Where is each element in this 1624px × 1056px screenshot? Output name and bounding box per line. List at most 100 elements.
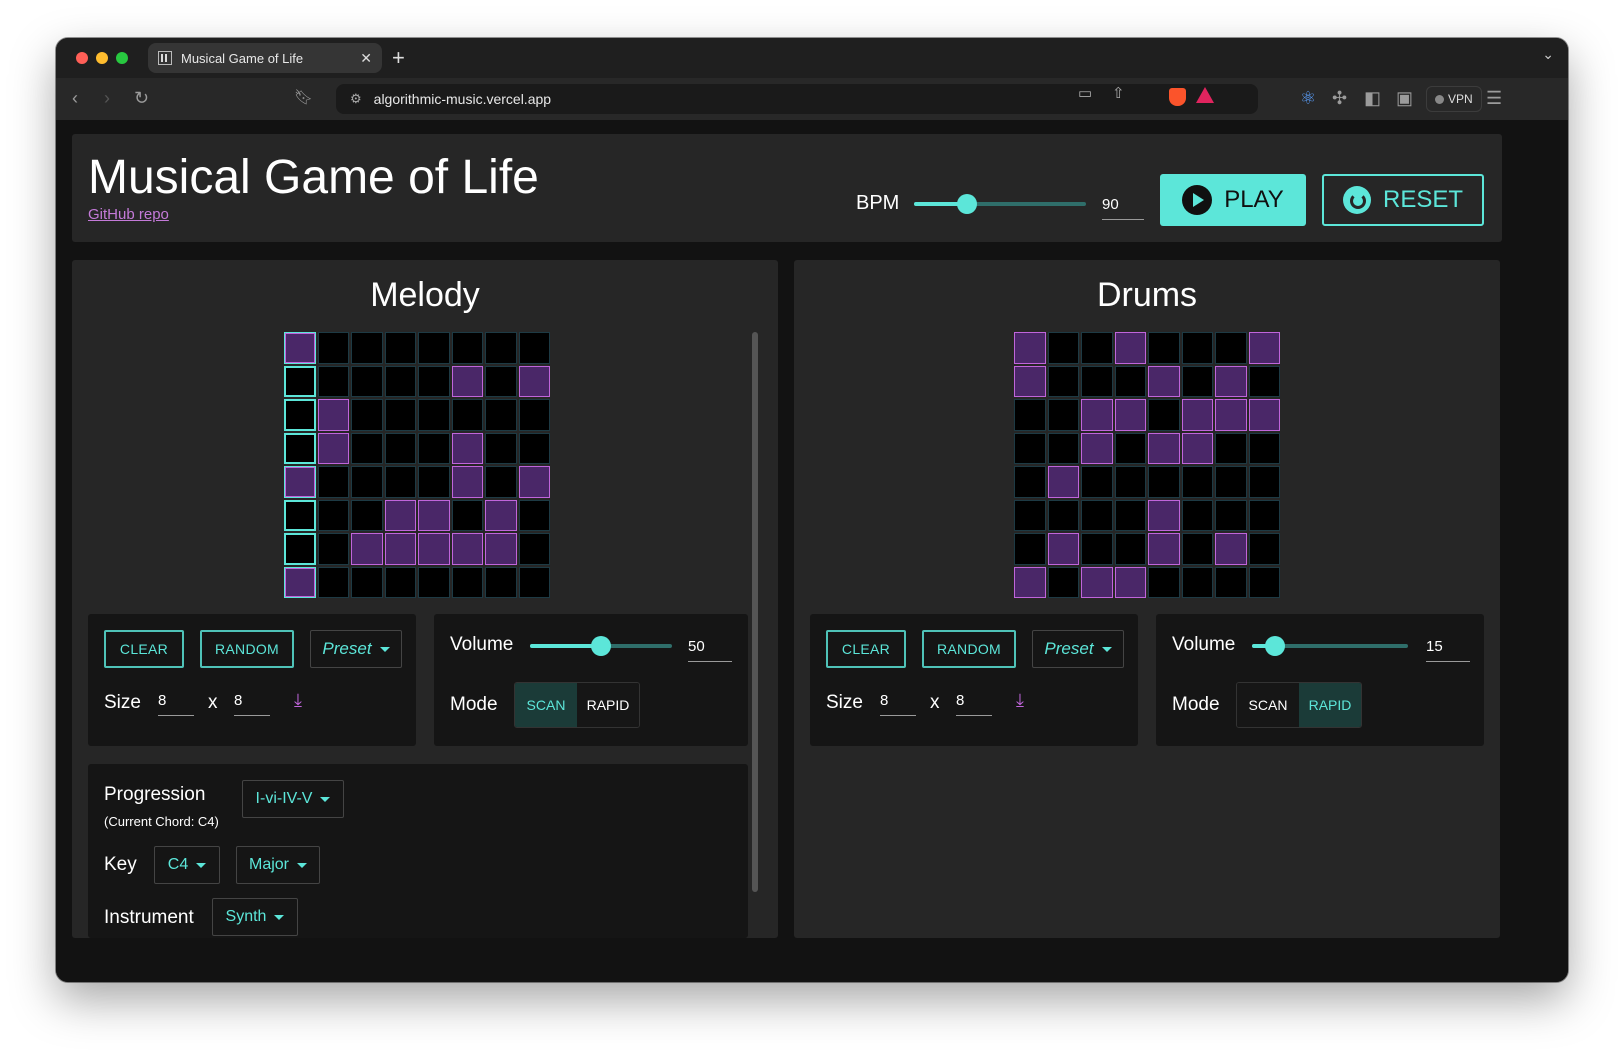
grid-cell[interactable] xyxy=(418,499,450,531)
drums-volume-slider[interactable] xyxy=(1252,636,1408,656)
grid-cell[interactable] xyxy=(485,499,517,531)
grid-cell[interactable] xyxy=(384,566,416,598)
grid-cell[interactable] xyxy=(1148,399,1180,431)
grid-cell[interactable] xyxy=(1114,566,1146,598)
grid-cell[interactable] xyxy=(418,466,450,498)
melody-random-button[interactable]: RANDOM xyxy=(200,630,294,668)
github-repo-link[interactable]: GitHub repo xyxy=(88,206,169,223)
progression-dropdown[interactable]: I-vi-IV-V xyxy=(242,780,344,818)
grid-cell[interactable] xyxy=(351,399,383,431)
grid-cell[interactable] xyxy=(518,432,550,464)
grid-cell[interactable] xyxy=(451,432,483,464)
grid-cell[interactable] xyxy=(351,466,383,498)
grid-cell[interactable] xyxy=(451,399,483,431)
grid-cell[interactable] xyxy=(418,365,450,397)
grid-cell[interactable] xyxy=(485,566,517,598)
grid-cell[interactable] xyxy=(418,432,450,464)
grid-cell[interactable] xyxy=(1148,466,1180,498)
grid-cell[interactable] xyxy=(1081,432,1113,464)
grid-cell[interactable] xyxy=(1014,533,1046,565)
grid-cell[interactable] xyxy=(351,332,383,364)
melody-clear-button[interactable]: CLEAR xyxy=(104,630,184,668)
grid-cell[interactable] xyxy=(1248,399,1280,431)
site-settings-icon[interactable]: ⚙ xyxy=(350,91,362,107)
key-dropdown[interactable]: C4 xyxy=(154,846,220,884)
close-tab-icon[interactable]: ✕ xyxy=(360,50,372,67)
grid-cell[interactable] xyxy=(1181,566,1213,598)
grid-cell[interactable] xyxy=(485,332,517,364)
grid-cell[interactable] xyxy=(1114,499,1146,531)
grid-cell[interactable] xyxy=(384,399,416,431)
grid-cell[interactable] xyxy=(1181,332,1213,364)
grid-cell[interactable] xyxy=(317,365,349,397)
grid-cell[interactable] xyxy=(518,365,550,397)
grid-cell[interactable] xyxy=(1014,466,1046,498)
grid-cell[interactable] xyxy=(284,533,316,565)
grid-cell[interactable] xyxy=(1081,466,1113,498)
grid-cell[interactable] xyxy=(1047,566,1079,598)
melody-scrollbar[interactable] xyxy=(752,332,758,892)
grid-cell[interactable] xyxy=(485,365,517,397)
grid-cell[interactable] xyxy=(351,566,383,598)
grid-cell[interactable] xyxy=(1114,432,1146,464)
wallet-icon[interactable]: ▣ xyxy=(1396,87,1413,109)
melody-volume-thumb[interactable] xyxy=(591,636,611,656)
grid-cell[interactable] xyxy=(485,533,517,565)
grid-cell[interactable] xyxy=(1081,566,1113,598)
grid-cell[interactable] xyxy=(1014,432,1046,464)
bpm-slider[interactable] xyxy=(914,194,1086,214)
grid-cell[interactable] xyxy=(1248,365,1280,397)
grid-cell[interactable] xyxy=(1248,432,1280,464)
grid-cell[interactable] xyxy=(351,365,383,397)
grid-cell[interactable] xyxy=(384,332,416,364)
bpm-slider-thumb[interactable] xyxy=(957,194,978,214)
grid-cell[interactable] xyxy=(317,332,349,364)
bpm-input[interactable]: 90 xyxy=(1102,196,1144,220)
grid-cell[interactable] xyxy=(1148,533,1180,565)
back-icon[interactable]: ‹ xyxy=(72,87,78,109)
melody-mode-rapid[interactable]: RAPID xyxy=(577,683,639,727)
grid-cell[interactable] xyxy=(284,365,316,397)
grid-cell[interactable] xyxy=(518,399,550,431)
chevron-down-icon[interactable]: ⌄ xyxy=(1542,46,1554,63)
grid-cell[interactable] xyxy=(451,365,483,397)
brave-shields-icon[interactable] xyxy=(1169,88,1186,106)
grid-cell[interactable] xyxy=(485,432,517,464)
grid-cell[interactable] xyxy=(1248,332,1280,364)
download-icon[interactable]: ⤓ xyxy=(294,690,302,711)
grid-cell[interactable] xyxy=(384,466,416,498)
grid-cell[interactable] xyxy=(317,533,349,565)
grid-cell[interactable] xyxy=(284,332,316,364)
scale-dropdown[interactable]: Major xyxy=(236,846,320,884)
close-window-button[interactable] xyxy=(76,52,88,64)
grid-cell[interactable] xyxy=(317,466,349,498)
grid-cell[interactable] xyxy=(1014,399,1046,431)
grid-cell[interactable] xyxy=(1081,332,1113,364)
grid-cell[interactable] xyxy=(1181,533,1213,565)
grid-cell[interactable] xyxy=(418,533,450,565)
melody-volume-slider[interactable] xyxy=(530,636,672,656)
bookmark-icon[interactable]: 🔖︎ xyxy=(294,87,313,109)
grid-cell[interactable] xyxy=(1047,533,1079,565)
extensions-icon[interactable]: ✣ xyxy=(1332,87,1347,109)
share-icon[interactable]: ⇧ xyxy=(1112,84,1125,102)
grid-cell[interactable] xyxy=(451,533,483,565)
grid-cell[interactable] xyxy=(1215,332,1247,364)
grid-cell[interactable] xyxy=(1148,365,1180,397)
grid-cell[interactable] xyxy=(1215,533,1247,565)
grid-cell[interactable] xyxy=(518,466,550,498)
grid-cell[interactable] xyxy=(1014,332,1046,364)
sidebar-icon[interactable]: ◧ xyxy=(1364,87,1381,109)
drums-volume-input[interactable]: 15 xyxy=(1426,638,1470,662)
drums-preset-dropdown[interactable]: Preset xyxy=(1032,630,1124,668)
grid-cell[interactable] xyxy=(384,432,416,464)
grid-cell[interactable] xyxy=(1047,432,1079,464)
grid-cell[interactable] xyxy=(284,566,316,598)
grid-cell[interactable] xyxy=(1047,499,1079,531)
grid-cell[interactable] xyxy=(1248,466,1280,498)
grid-cell[interactable] xyxy=(1181,365,1213,397)
grid-cell[interactable] xyxy=(1181,499,1213,531)
grid-cell[interactable] xyxy=(1081,399,1113,431)
grid-cell[interactable] xyxy=(1148,332,1180,364)
grid-cell[interactable] xyxy=(384,499,416,531)
